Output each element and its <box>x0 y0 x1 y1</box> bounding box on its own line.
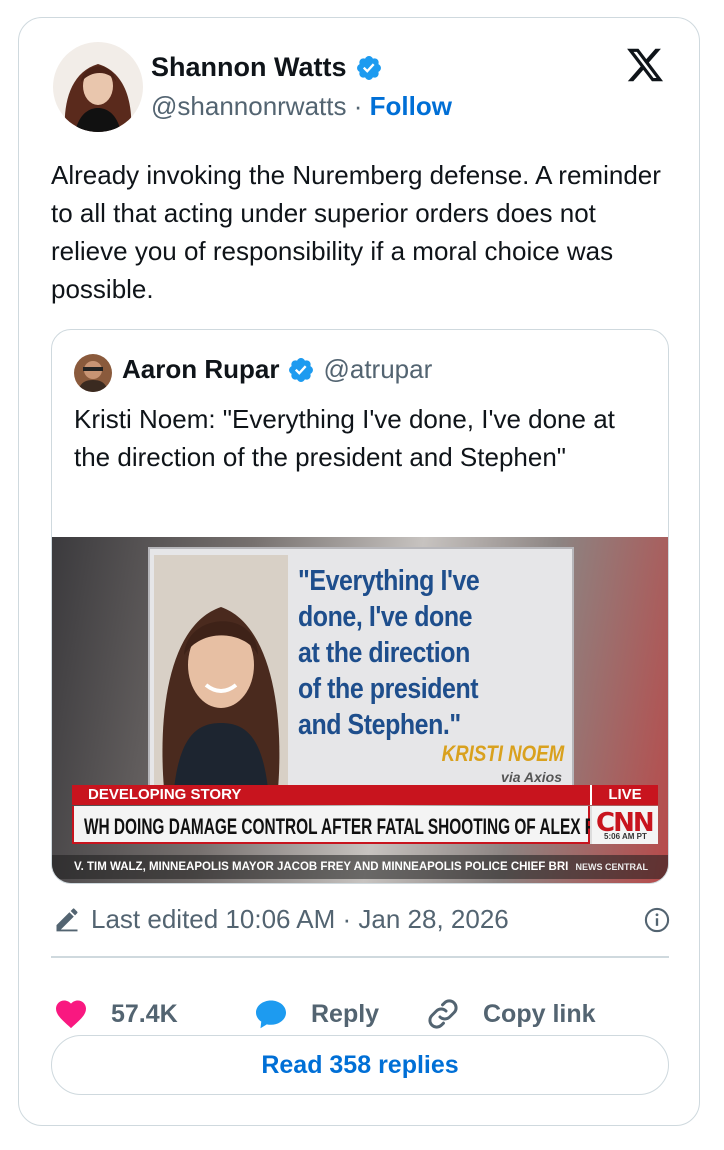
reply-label: Reply <box>311 999 380 1028</box>
action-bar: 57.4K Reply Copy link <box>53 996 671 1032</box>
author-handle-row: @shannonrwatts · Follow <box>151 91 452 122</box>
divider <box>51 956 669 958</box>
quoted-author-handle[interactable]: @atrupar <box>323 354 432 385</box>
quote-line: and Stephen." <box>298 709 461 741</box>
headline-text: WH DOING DAMAGE CONTROL AFTER FATAL SHOO… <box>84 814 640 839</box>
network-logo-box: CNN 5:06 AM PT <box>590 806 658 844</box>
link-icon <box>428 999 458 1029</box>
quoted-tweet[interactable]: Aaron Rupar @atrupar Kristi Noem: "Every… <box>51 329 669 884</box>
ticker-tag: NEWS CENTRAL <box>575 862 649 872</box>
quote-line: done, I've done <box>298 601 473 633</box>
like-button[interactable]: 57.4K <box>53 996 178 1032</box>
news-ticker: V. TIM WALZ, MINNEAPOLIS MAYOR JACOB FRE… <box>52 855 668 879</box>
heart-icon <box>56 1000 86 1029</box>
news-lower-third: DEVELOPING STORY LIVE WH DOING DAMAGE CO… <box>72 785 658 844</box>
quote-line: of the president <box>298 673 479 705</box>
quote-graphic-panel: "Everything I've done, I've done at the … <box>148 547 574 793</box>
tweet-meta-row: Last edited 10:06 AM · Jan 28, 2026 <box>53 902 671 936</box>
live-label: LIVE <box>590 785 658 805</box>
x-logo-icon[interactable] <box>623 45 667 85</box>
edited-timestamp[interactable]: Last edited 10:06 AM · Jan 28, 2026 <box>91 904 509 935</box>
reply-bubble-icon <box>256 1000 286 1029</box>
copy-link-button[interactable]: Copy link <box>425 996 596 1032</box>
quoted-header: Aaron Rupar @atrupar <box>122 354 432 385</box>
author-handle[interactable]: @shannonrwatts <box>151 91 347 121</box>
tweet-text: Already invoking the Nuremberg defense. … <box>51 160 661 304</box>
quoted-author-avatar[interactable] <box>74 354 112 392</box>
quote-line: "Everything I've <box>298 565 480 597</box>
quoted-tweet-text: Kristi Noem: "Everything I've done, I've… <box>74 404 615 472</box>
verified-badge-icon <box>289 357 314 382</box>
separator: · <box>353 91 363 121</box>
quote-line: at the direction <box>298 637 470 669</box>
author-avatar[interactable] <box>53 42 143 132</box>
info-icon[interactable] <box>643 906 671 934</box>
like-count: 57.4K <box>111 999 178 1028</box>
verified-badge-icon <box>356 55 381 80</box>
portrait-image <box>154 555 288 789</box>
quote-lines: "Everything I've done, I've done at the … <box>298 563 530 743</box>
tweet-card: Shannon Watts @shannonrwatts · Follow Al… <box>18 17 700 1126</box>
author-name-row[interactable]: Shannon Watts <box>151 52 383 83</box>
copy-link-label: Copy link <box>483 999 596 1028</box>
quote-attribution: KRISTI NOEM <box>441 741 564 766</box>
quoted-author-name[interactable]: Aaron Rupar <box>122 354 279 385</box>
headline-bar: WH DOING DAMAGE CONTROL AFTER FATAL SHOO… <box>72 806 640 844</box>
read-replies-button[interactable]: Read 358 replies <box>51 1035 669 1095</box>
ticker-text: V. TIM WALZ, MINNEAPOLIS MAYOR JACOB FRE… <box>74 861 569 873</box>
quote-source: via Axios <box>501 769 562 785</box>
developing-story-label: DEVELOPING STORY <box>72 785 590 805</box>
edit-pencil-icon <box>56 908 78 932</box>
author-name[interactable]: Shannon Watts <box>151 52 347 83</box>
reply-button[interactable]: Reply <box>253 996 379 1032</box>
broadcast-time: 5:06 AM PT <box>604 832 647 841</box>
follow-button[interactable]: Follow <box>370 91 452 121</box>
quoted-media-video-still[interactable]: "Everything I've done, I've done at the … <box>52 537 668 883</box>
